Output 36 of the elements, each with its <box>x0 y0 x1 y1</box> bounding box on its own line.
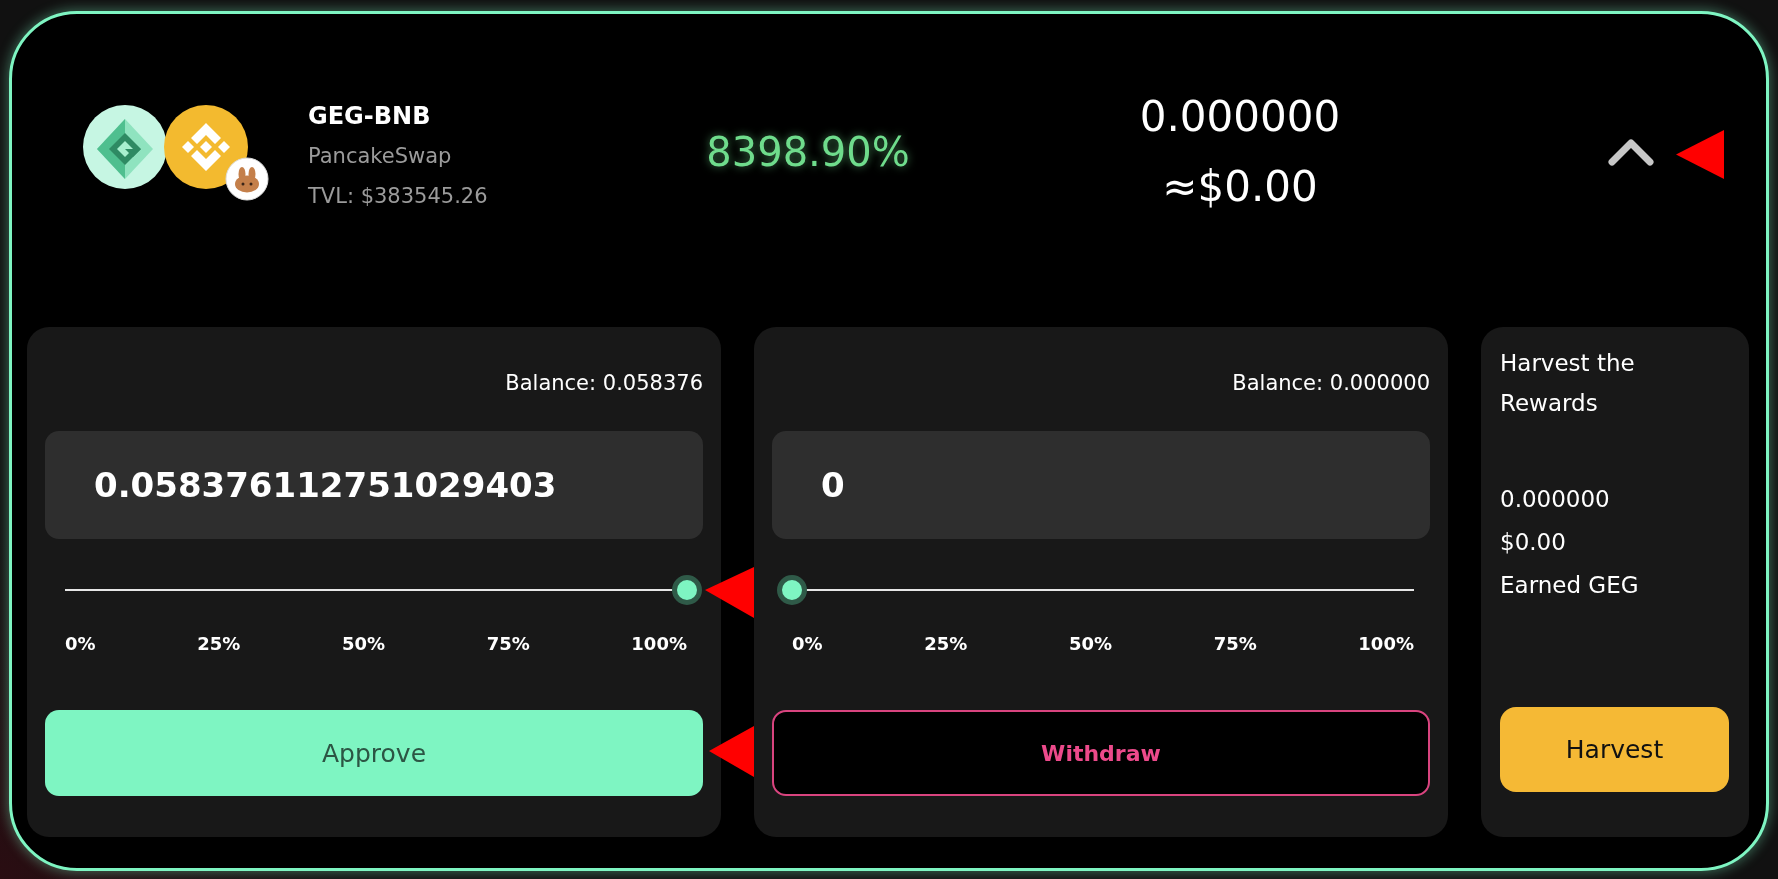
staked-amount: 0.000000 <box>1139 91 1341 143</box>
withdraw-button[interactable]: Withdraw <box>772 710 1430 796</box>
harvest-button[interactable]: Harvest <box>1500 707 1729 792</box>
slider-thumb[interactable] <box>777 575 807 605</box>
balance-text: Balance: 0.000000 <box>1232 370 1430 396</box>
earned-label: Earned GEG <box>1500 571 1639 600</box>
amount-input[interactable]: 0 <box>772 431 1430 539</box>
approve-button[interactable]: Approve <box>45 710 703 796</box>
percent-label: 100% <box>631 633 687 655</box>
gem-coin-icon <box>83 105 167 189</box>
balance-text: Balance: 0.058376 <box>505 370 703 396</box>
tiled-coin-icon <box>164 105 248 189</box>
percent-label: 50% <box>341 633 385 655</box>
earned-amount: 0.000000 <box>1500 485 1610 514</box>
percent-label: 0% <box>65 633 96 655</box>
percent-label: 100% <box>1358 633 1414 655</box>
earned-value: $0.00 <box>1500 528 1566 557</box>
exchange-name: PancakeSwap <box>308 143 452 170</box>
percent-label: 75% <box>486 633 530 655</box>
chevron-up-icon[interactable] <box>1608 137 1654 167</box>
slider-thumb[interactable] <box>672 575 702 605</box>
percent-label: 25% <box>197 633 241 655</box>
harvest-title: Harvest the Rewards <box>1500 349 1636 418</box>
pair-name: GEG-BNB <box>308 101 431 132</box>
percent-label: 75% <box>1213 633 1257 655</box>
rabbit-badge-icon <box>225 157 269 201</box>
pointer-arrow-icon <box>709 726 754 777</box>
staked-value: ≈$0.00 <box>1162 161 1318 213</box>
percent-label: 0% <box>792 633 823 655</box>
amount-input[interactable]: 0.058376112751029403 <box>45 431 703 539</box>
pointer-arrow-icon <box>1676 130 1724 179</box>
pointer-arrow-icon <box>705 567 754 618</box>
tvl-text: TVL: $383545.26 <box>308 183 488 210</box>
apr-value: 8398.90% <box>706 129 910 175</box>
percent-label: 25% <box>924 633 968 655</box>
percent-label: 50% <box>1068 633 1112 655</box>
